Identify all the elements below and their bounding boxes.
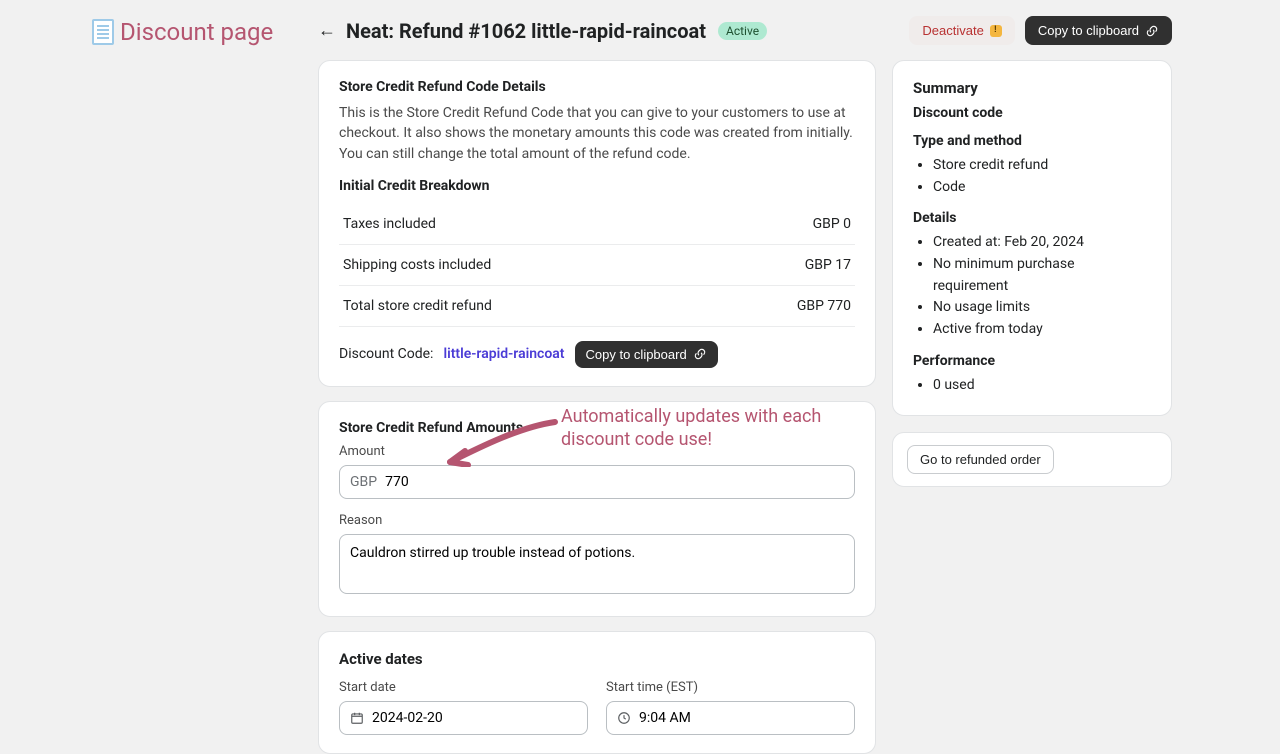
deactivate-label: Deactivate bbox=[922, 23, 983, 38]
link-icon bbox=[693, 347, 707, 361]
copy-clipboard-button[interactable]: Copy to clipboard bbox=[1025, 16, 1172, 45]
page-label-text: Discount page bbox=[120, 18, 273, 46]
details-card-title: Store Credit Refund Code Details bbox=[339, 79, 855, 95]
discount-code-label: Discount Code: bbox=[339, 346, 433, 362]
page-label: Discount page bbox=[92, 18, 273, 46]
summary-details-item: No usage limits bbox=[933, 297, 1151, 319]
dates-card-title: Active dates bbox=[339, 650, 855, 668]
summary-type-heading: Type and method bbox=[913, 133, 1151, 149]
summary-type-item: Code bbox=[933, 177, 1151, 199]
breakdown-label: Shipping costs included bbox=[343, 257, 491, 273]
summary-card: Summary Discount code Type and method St… bbox=[892, 60, 1172, 416]
clock-icon bbox=[617, 711, 631, 725]
amount-input-wrap[interactable]: GBP bbox=[339, 465, 855, 499]
back-arrow-icon[interactable]: ← bbox=[318, 20, 336, 41]
summary-title: Summary bbox=[913, 79, 1151, 97]
currency-prefix: GBP bbox=[350, 474, 377, 490]
copy-code-button[interactable]: Copy to clipboard bbox=[575, 341, 718, 368]
start-time-label: Start time (EST) bbox=[606, 680, 855, 695]
summary-code-heading: Discount code bbox=[913, 105, 1151, 121]
breakdown-value: GBP 770 bbox=[797, 298, 851, 314]
summary-details-heading: Details bbox=[913, 210, 1151, 226]
calendar-icon bbox=[350, 711, 364, 725]
breakdown-label: Total store credit refund bbox=[343, 298, 492, 314]
header-bar: ← Neat: Refund #1062 little-rapid-rainco… bbox=[318, 16, 1172, 45]
summary-details-item: Created at: Feb 20, 2024 bbox=[933, 232, 1151, 254]
start-time-field[interactable] bbox=[639, 710, 844, 726]
page-title: Neat: Refund #1062 little-rapid-raincoat bbox=[346, 19, 706, 43]
breakdown-row: Taxes included GBP 0 bbox=[339, 204, 855, 245]
start-time-input[interactable] bbox=[606, 701, 855, 735]
summary-performance-item: 0 used bbox=[933, 375, 1151, 397]
details-card-description: This is the Store Credit Refund Code tha… bbox=[339, 103, 855, 164]
reason-textarea[interactable] bbox=[339, 534, 855, 594]
start-date-input[interactable] bbox=[339, 701, 588, 735]
amount-input[interactable] bbox=[385, 474, 844, 490]
go-to-order-label: Go to refunded order bbox=[920, 452, 1041, 467]
go-to-order-card: Go to refunded order bbox=[892, 432, 1172, 487]
reason-label: Reason bbox=[339, 513, 855, 528]
summary-type-item: Store credit refund bbox=[933, 155, 1151, 177]
document-icon bbox=[92, 19, 114, 45]
breakdown-row: Shipping costs included GBP 17 bbox=[339, 245, 855, 286]
summary-performance-heading: Performance bbox=[913, 353, 1151, 369]
breakdown-row: Total store credit refund GBP 770 bbox=[339, 286, 855, 327]
copy-label: Copy to clipboard bbox=[1038, 23, 1139, 38]
discount-code-value[interactable]: little-rapid-raincoat bbox=[443, 346, 564, 362]
deactivate-button[interactable]: Deactivate bbox=[909, 16, 1014, 45]
dates-card: Active dates Start date Start time (EST) bbox=[318, 631, 876, 754]
details-card: Store Credit Refund Code Details This is… bbox=[318, 60, 876, 387]
status-badge: Active bbox=[718, 22, 767, 40]
breakdown-heading: Initial Credit Breakdown bbox=[339, 178, 855, 194]
breakdown-value: GBP 0 bbox=[813, 216, 851, 232]
breakdown-value: GBP 17 bbox=[805, 257, 851, 273]
link-icon bbox=[1145, 24, 1159, 38]
copy-code-label: Copy to clipboard bbox=[586, 347, 687, 362]
summary-details-item: No minimum purchase requirement bbox=[933, 254, 1151, 297]
breakdown-label: Taxes included bbox=[343, 216, 436, 232]
start-date-field[interactable] bbox=[372, 710, 577, 726]
summary-details-item: Active from today bbox=[933, 319, 1151, 341]
warning-icon bbox=[990, 25, 1002, 37]
go-to-order-button[interactable]: Go to refunded order bbox=[907, 445, 1054, 474]
start-date-label: Start date bbox=[339, 680, 588, 695]
annotation-arrow-icon bbox=[440, 417, 560, 467]
annotation-text: Automatically updates with each discount… bbox=[561, 406, 831, 451]
